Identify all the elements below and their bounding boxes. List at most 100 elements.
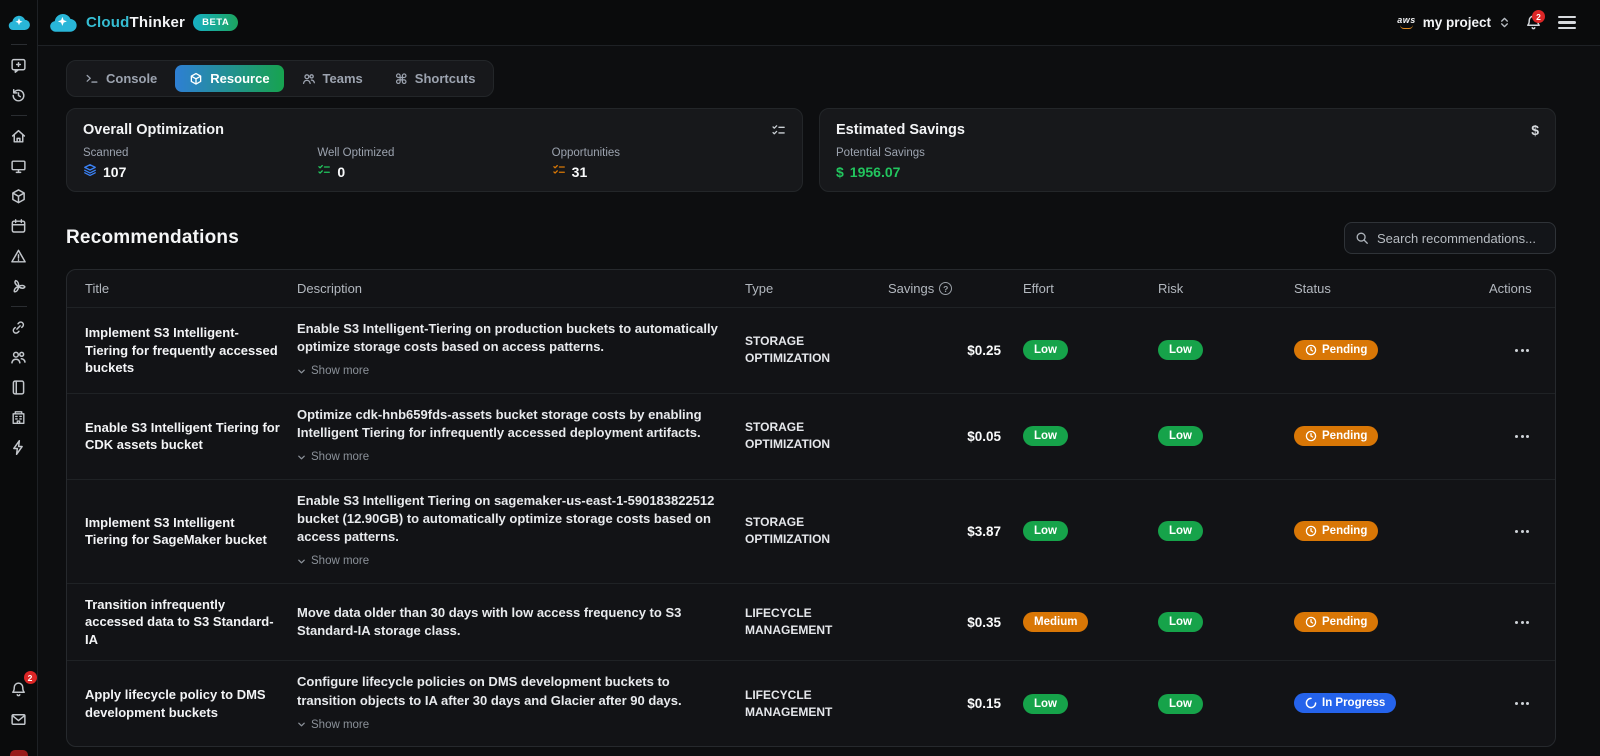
table-header: Title Description Type Savings ? Effort … — [67, 270, 1555, 308]
help-icon[interactable]: ? — [939, 282, 952, 295]
bolt-icon[interactable] — [4, 433, 34, 461]
recommendation-type: LIFECYCLE MANAGEMENT — [745, 605, 888, 640]
notebook-icon[interactable] — [4, 373, 34, 401]
menu-button[interactable] — [1556, 14, 1578, 32]
show-more-button[interactable]: Show more — [297, 451, 369, 463]
dollar-icon: $ — [836, 164, 844, 180]
more-options-icon[interactable] — [1513, 431, 1531, 442]
risk-badge: Low — [1158, 426, 1203, 446]
cube-icon — [189, 72, 203, 86]
recommendation-description: Move data older than 30 days with low ac… — [297, 604, 745, 640]
alert-triangle-icon[interactable] — [4, 242, 34, 270]
potential-savings-value: 1956.07 — [850, 164, 901, 180]
search-box[interactable] — [1344, 222, 1556, 254]
table-row[interactable]: Transition infrequently accessed data to… — [67, 584, 1555, 662]
tab-shortcuts[interactable]: ⌘ Shortcuts — [381, 65, 490, 92]
table-row[interactable]: Enable S3 Intelligent Tiering for CDK as… — [67, 394, 1555, 480]
chevron-down-icon — [297, 720, 306, 729]
status-badge: Pending — [1294, 521, 1378, 541]
column-header-type: Type — [745, 281, 888, 296]
show-more-button[interactable]: Show more — [297, 719, 369, 731]
effort-badge: Low — [1023, 521, 1068, 541]
card-title: Overall Optimization — [83, 122, 224, 138]
recommendation-description: Enable S3 Intelligent Tiering on sagemak… — [297, 492, 745, 571]
stat-scanned: Scanned 107 — [83, 147, 317, 180]
tab-resource[interactable]: Resource — [175, 65, 283, 92]
overall-optimization-card: Overall Optimization Scanned 107 We — [66, 108, 803, 192]
tab-console[interactable]: Console — [71, 65, 171, 92]
clock-icon — [1305, 430, 1317, 442]
users-icon[interactable] — [4, 343, 34, 371]
risk-badge: Low — [1158, 521, 1203, 541]
project-selector[interactable]: aws my project — [1397, 15, 1511, 30]
clock-icon — [1305, 616, 1317, 628]
history-icon[interactable] — [4, 81, 34, 109]
project-name: my project — [1423, 15, 1491, 30]
recommendation-title: Implement S3 Intelligent Tiering for Sag… — [85, 514, 297, 549]
chevron-down-icon — [297, 557, 306, 566]
cloud-logo-icon — [48, 12, 78, 34]
stat-well-optimized: Well Optimized 0 — [317, 147, 551, 180]
home-icon[interactable] — [4, 122, 34, 150]
checklist-icon — [552, 163, 566, 180]
layers-icon — [83, 163, 97, 180]
notifications-button[interactable]: 2 — [1525, 14, 1542, 31]
effort-badge: Low — [1023, 426, 1068, 446]
show-more-button[interactable]: Show more — [297, 365, 369, 377]
column-header-effort: Effort — [1023, 281, 1158, 296]
effort-badge: Low — [1023, 694, 1068, 714]
avatar[interactable] — [10, 750, 28, 756]
more-options-icon[interactable] — [1513, 345, 1531, 356]
sidebar-divider — [11, 306, 27, 307]
link-icon[interactable] — [4, 313, 34, 341]
column-header-description: Description — [297, 281, 745, 296]
estimated-savings-card: Estimated Savings $ Potential Savings $ … — [819, 108, 1556, 192]
table-row[interactable]: Implement S3 Intelligent-Tiering for fre… — [67, 308, 1555, 394]
table-row[interactable]: Apply lifecycle policy to DMS developmen… — [67, 661, 1555, 747]
table-body: Implement S3 Intelligent-Tiering for fre… — [67, 308, 1555, 747]
recommendation-type: LIFECYCLE MANAGEMENT — [745, 687, 888, 722]
chat-plus-icon[interactable] — [4, 51, 34, 79]
column-header-risk: Risk — [1158, 281, 1294, 296]
calendar-icon[interactable] — [4, 212, 34, 240]
checklist-icon — [771, 123, 786, 138]
bell-icon[interactable]: 2 — [4, 675, 34, 703]
more-options-icon[interactable] — [1513, 526, 1531, 537]
status-badge: Pending — [1294, 426, 1378, 446]
recommendations-table: Title Description Type Savings ? Effort … — [66, 269, 1556, 747]
more-options-icon[interactable] — [1513, 617, 1531, 628]
show-more-button[interactable]: Show more — [297, 555, 369, 567]
stat-opportunities: Opportunities 31 — [552, 147, 786, 180]
main-content: Console Resource Teams ⌘ Shortcuts Overa… — [38, 46, 1600, 756]
tab-teams[interactable]: Teams — [288, 65, 377, 92]
column-header-title: Title — [85, 281, 297, 296]
topbar: CloudThinker BETA aws my project 2 — [38, 0, 1600, 46]
sidebar-notification-badge: 2 — [24, 671, 37, 684]
status-badge: Pending — [1294, 612, 1378, 632]
column-header-actions: Actions — [1489, 281, 1556, 296]
effort-badge: Medium — [1023, 612, 1088, 632]
recommendation-title: Transition infrequently accessed data to… — [85, 596, 297, 649]
table-row[interactable]: Implement S3 Intelligent Tiering for Sag… — [67, 480, 1555, 584]
chevron-up-down-icon — [1498, 16, 1511, 29]
monitor-icon[interactable] — [4, 152, 34, 180]
recommendation-title: Apply lifecycle policy to DMS developmen… — [85, 686, 297, 721]
recommendation-type: STORAGE OPTIMIZATION — [745, 514, 888, 549]
cloud-logo-icon[interactable] — [4, 9, 34, 37]
more-options-icon[interactable] — [1513, 698, 1531, 709]
users-icon — [302, 72, 316, 86]
building-icon[interactable] — [4, 403, 34, 431]
clock-icon — [1305, 344, 1317, 356]
fan-icon[interactable] — [4, 272, 34, 300]
app-title: CloudThinker — [86, 14, 185, 31]
sidebar: 2 — [0, 0, 38, 756]
recommendation-title: Implement S3 Intelligent-Tiering for fre… — [85, 324, 297, 377]
status-badge: In Progress — [1294, 693, 1396, 713]
aws-logo-icon: aws — [1397, 16, 1416, 29]
mail-icon[interactable] — [4, 705, 34, 733]
topbar-notification-badge: 2 — [1532, 10, 1545, 23]
beta-badge: BETA — [193, 14, 238, 31]
recommendation-description: Configure lifecycle policies on DMS deve… — [297, 673, 745, 734]
cube-icon[interactable] — [4, 182, 34, 210]
search-input[interactable] — [1377, 231, 1545, 246]
